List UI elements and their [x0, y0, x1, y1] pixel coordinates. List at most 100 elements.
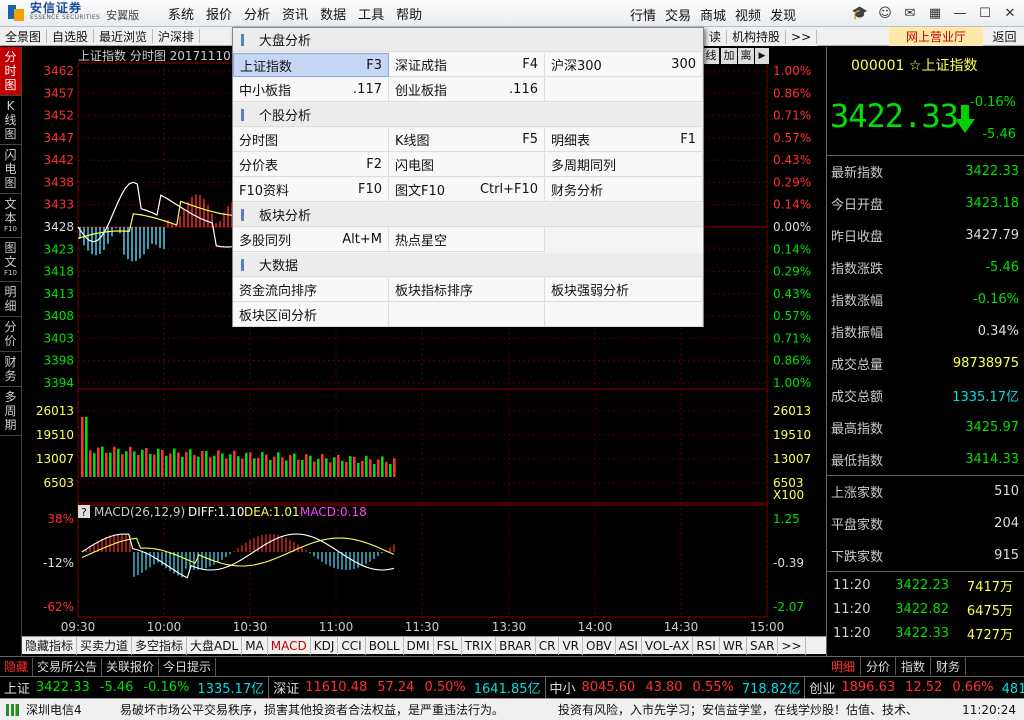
menu-item[interactable]: 闪电图: [389, 153, 545, 177]
chart-add-button[interactable]: 加: [721, 48, 737, 64]
right-menu-3[interactable]: 视频: [735, 5, 761, 24]
menu-6[interactable]: 帮助: [396, 4, 422, 23]
indicator-tab-9[interactable]: DMI: [404, 636, 434, 655]
toolbar-right-item-1[interactable]: 机构持股: [727, 28, 785, 45]
indicator-tab-13[interactable]: CR: [536, 636, 560, 655]
menu-0[interactable]: 系统: [168, 4, 194, 23]
menu-item[interactable]: 板块指标排序: [389, 278, 545, 302]
menu-item[interactable]: 创业板指 .116: [389, 78, 545, 102]
menu-1[interactable]: 报价: [206, 4, 232, 23]
indicator-tab-7[interactable]: CCI: [338, 636, 366, 655]
menu-3[interactable]: 资讯: [282, 4, 308, 23]
menu-item[interactable]: 财务分析: [545, 178, 703, 202]
menu-item[interactable]: 图文F10 Ctrl+F10: [389, 178, 545, 202]
chart-next-icon[interactable]: ▶: [755, 48, 769, 64]
indicator-tab-8[interactable]: BOLL: [366, 636, 404, 655]
maximize-icon[interactable]: ☐: [975, 3, 995, 23]
view-tab-3[interactable]: 文本 F10: [0, 194, 21, 238]
view-tab-8[interactable]: 多周期: [0, 387, 21, 436]
menu-item[interactable]: 板块强弱分析: [545, 278, 703, 302]
menu-item[interactable]: 资金流向排序: [233, 278, 389, 302]
toolbar-item-1[interactable]: 自选股: [47, 28, 93, 45]
chart-remove-button[interactable]: 离: [738, 48, 754, 64]
quote-row: 最高指数 3425.97: [827, 417, 1024, 437]
right-menu-0[interactable]: 行情: [630, 5, 656, 24]
indicator-tab-21[interactable]: >>: [778, 636, 806, 655]
online-hall-button[interactable]: 网上营业厅: [889, 27, 983, 46]
menu-item[interactable]: 多周期同列: [545, 153, 703, 177]
toolbar-item-0[interactable]: 全景图: [0, 28, 46, 45]
view-tab-1[interactable]: K线图: [0, 96, 21, 145]
view-tab-4[interactable]: 图文 F10: [0, 238, 21, 282]
indicator-tab-20[interactable]: SAR: [747, 636, 779, 655]
indicator-tab-18[interactable]: RSI: [693, 636, 720, 655]
menu-item[interactable]: 板块区间分析: [233, 303, 389, 327]
toolbar-right-item-0[interactable]: 读: [704, 28, 726, 45]
broker-ad[interactable]: 投资有风险，入市先学习；安信益学堂，在线学炒股！估值、技术、: [558, 701, 918, 718]
menu-item[interactable]: 明细表 F1: [545, 128, 703, 152]
menu-item[interactable]: 分时图: [233, 128, 389, 152]
back-button[interactable]: 返回: [985, 27, 1024, 46]
indicator-tab-5[interactable]: MACD: [268, 636, 311, 655]
mail-icon[interactable]: ✉: [900, 3, 920, 23]
indicator-tab-16[interactable]: ASI: [616, 636, 642, 655]
indicator-tab-15[interactable]: OBV: [583, 636, 616, 655]
menu-item[interactable]: 深证成指 F4: [389, 53, 545, 77]
menu-item[interactable]: 分价表 F2: [233, 153, 389, 177]
indicator-tab-6[interactable]: KDJ: [311, 636, 339, 655]
indicator-tab-19[interactable]: WR: [720, 636, 748, 655]
view-tab-0[interactable]: 分时图: [0, 47, 21, 96]
ticker-2[interactable]: 中小 8045.60 43.80 0.55% 718.82亿: [546, 676, 806, 699]
right-menu-1[interactable]: 交易: [665, 5, 691, 24]
indicator-tab-4[interactable]: MA: [242, 636, 268, 655]
menu-item[interactable]: F10资料 F10: [233, 178, 389, 202]
menu-item[interactable]: 多股同列 Alt+M: [233, 228, 389, 252]
view-tab-5[interactable]: 明细: [0, 282, 21, 317]
bottom-tab-1[interactable]: 交易所公告: [33, 657, 103, 676]
minimize-icon[interactable]: —: [950, 3, 970, 23]
ticker-0[interactable]: 上证 3422.33 -5.46 -0.16% 1335.17亿: [0, 676, 270, 699]
smile-icon[interactable]: ☺: [875, 3, 895, 23]
indicator-tab-17[interactable]: VOL-AX: [642, 636, 694, 655]
price-tick-label: 3438: [43, 175, 74, 189]
view-tab-7[interactable]: 财务: [0, 352, 21, 387]
indicator-tab-0[interactable]: 隐藏指标: [22, 636, 78, 655]
view-tab-6[interactable]: 分价: [0, 317, 21, 352]
menu-5[interactable]: 工具: [358, 4, 384, 23]
menu-item[interactable]: 上证指数 F3: [233, 53, 389, 77]
indicator-tab-11[interactable]: TRIX: [462, 636, 497, 655]
indicator-tab-14[interactable]: VR: [559, 636, 584, 655]
indicator-tab-2[interactable]: 多空指标: [132, 636, 188, 655]
chart-lines-button[interactable]: 线: [703, 48, 719, 64]
toolbar-item-2[interactable]: 最近浏览: [94, 28, 152, 45]
menu-4[interactable]: 数据: [320, 4, 346, 23]
toolbar-right-item-2[interactable]: >>: [786, 30, 816, 44]
ticker-3[interactable]: 创业 1896.63 12.52 0.66% 481.14亿: [805, 677, 1024, 699]
right-menu-4[interactable]: 发现: [770, 5, 796, 24]
indicator-tab-3[interactable]: 大盘ADL: [187, 636, 243, 655]
indicator-tab-12[interactable]: BRAR: [496, 636, 536, 655]
app-name: 安信证券: [30, 1, 83, 15]
bottom-tab-3[interactable]: 今日提示: [159, 657, 217, 676]
right-tab-2[interactable]: 指数: [896, 657, 932, 675]
indicator-tab-1[interactable]: 买卖力道: [77, 636, 133, 655]
right-tab-0[interactable]: 明细: [826, 657, 862, 675]
menu-item[interactable]: 热点星空: [389, 228, 545, 252]
menu-item[interactable]: 中小板指 .117: [233, 78, 389, 102]
bottom-tab-0[interactable]: 隐藏: [0, 657, 34, 676]
bottom-tab-2[interactable]: 关联报价: [102, 657, 160, 676]
server-name[interactable]: 深圳电信4: [26, 701, 120, 718]
view-tab-2[interactable]: 闪电图: [0, 145, 21, 194]
menu-2[interactable]: 分析: [244, 4, 270, 23]
grid-icon[interactable]: ▦: [925, 3, 945, 23]
graduate-icon[interactable]: 🎓: [850, 3, 870, 23]
ticker-1[interactable]: 深证 11610.48 57.24 0.50% 1641.85亿: [269, 676, 546, 699]
close-icon[interactable]: ✕: [1000, 3, 1020, 23]
toolbar-item-3[interactable]: 沪深排: [153, 28, 199, 45]
indicator-tab-10[interactable]: FSL: [434, 636, 462, 655]
menu-item[interactable]: 沪深300 300: [545, 53, 703, 77]
right-tab-1[interactable]: 分价: [861, 657, 897, 675]
right-menu-2[interactable]: 商城: [700, 5, 726, 24]
menu-item[interactable]: K线图 F5: [389, 128, 545, 152]
right-tab-3[interactable]: 财务: [931, 657, 967, 675]
